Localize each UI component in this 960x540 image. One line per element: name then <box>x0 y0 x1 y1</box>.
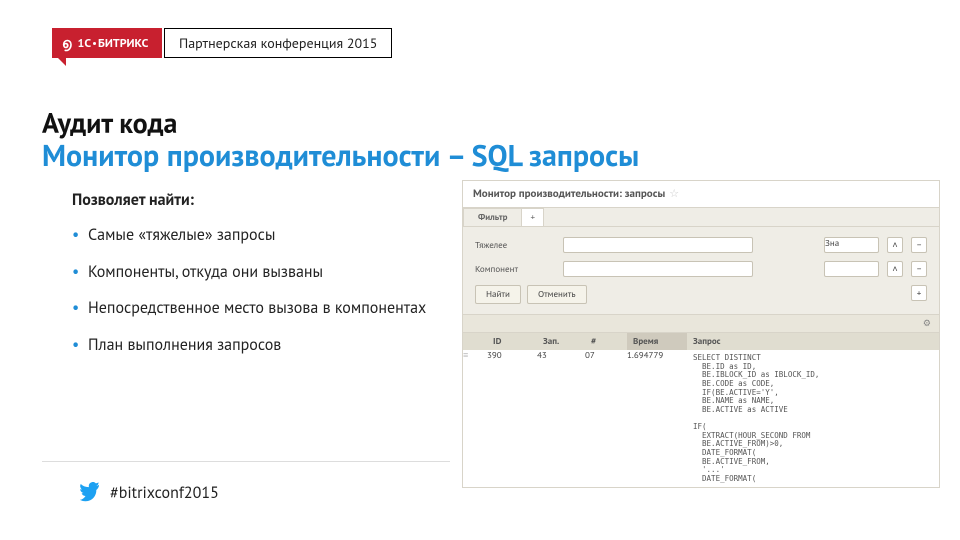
cell-hits: 43 <box>537 350 585 361</box>
tab-add[interactable]: + <box>521 208 544 226</box>
add-filter-button[interactable]: + <box>911 285 927 301</box>
bullet-item: Непосредственное место вызова в компонен… <box>72 298 442 319</box>
row-menu-icon[interactable]: ≡ <box>463 350 487 361</box>
filter-remove-button-2[interactable]: − <box>911 261 927 277</box>
conference-badge: Партнерская конференция 2015 <box>164 28 392 58</box>
filter-input-2[interactable] <box>563 261 753 277</box>
filter-label-2: Компонент <box>475 264 555 275</box>
filter-up-button[interactable]: ˄ <box>887 237 903 253</box>
brand-ribbon-tail <box>52 52 66 66</box>
filter-condition-select-2[interactable] <box>824 261 879 277</box>
find-button[interactable]: Найти <box>475 285 521 304</box>
cell-sql: SELECT DISTINCT BE.ID as ID, BE.IBLOCK_I… <box>687 350 939 487</box>
col-time[interactable]: Время <box>627 333 687 350</box>
filter-up-button-2[interactable]: ˄ <box>887 261 903 277</box>
table-header: ID Зап. # Время Запрос <box>463 333 939 350</box>
cancel-button[interactable]: Отменить <box>527 285 587 304</box>
bullet-item: Компоненты, откуда они вызваны <box>72 262 442 283</box>
twitter-icon <box>78 482 100 504</box>
bullet-item: План выполнения запросов <box>72 335 442 356</box>
gear-icon[interactable]: ⚙ <box>923 318 931 329</box>
filter-condition-select[interactable]: Зна <box>824 237 879 253</box>
col-num[interactable]: # <box>585 333 627 350</box>
cell-num: 07 <box>585 350 627 361</box>
filter-tabs: Фильтр + <box>463 208 939 227</box>
cell-id: 390 <box>487 350 537 361</box>
bullet-list: Позволяет найти: Самые «тяжелые» запросы… <box>72 190 442 372</box>
cell-time: 1.694779 <box>627 350 687 361</box>
filter-remove-button[interactable]: − <box>911 237 927 253</box>
brand-swirl-icon: ൭ <box>62 34 72 52</box>
bullet-lead: Позволяет найти: <box>72 190 442 211</box>
bullet-item: Самые «тяжелые» запросы <box>72 225 442 246</box>
brand-ribbon: ൭ 1СБИТРИКС <box>52 28 162 58</box>
filter-input-1[interactable] <box>563 237 753 253</box>
footer: #bitrixconf2015 <box>78 482 219 504</box>
slide-title-2: Монитор производительности – SQL запросы <box>42 136 639 175</box>
divider <box>42 461 450 462</box>
col-query[interactable]: Запрос <box>687 333 939 350</box>
screenshot-panel: Монитор производительности: запросы☆ Фил… <box>462 180 940 488</box>
tab-filter[interactable]: Фильтр <box>463 208 522 226</box>
brand-text: 1СБИТРИКС <box>78 36 149 51</box>
col-id[interactable]: ID <box>487 333 537 350</box>
table-row[interactable]: ≡ 390 43 07 1.694779 SELECT DISTINCT BE.… <box>463 350 939 487</box>
footer-hashtag: #bitrixconf2015 <box>110 483 219 503</box>
screenshot-title: Монитор производительности: запросы☆ <box>463 181 939 208</box>
col-hits[interactable]: Зап. <box>537 333 585 350</box>
star-icon: ☆ <box>669 187 679 201</box>
filter-label-1: Тяжелее <box>475 240 555 251</box>
